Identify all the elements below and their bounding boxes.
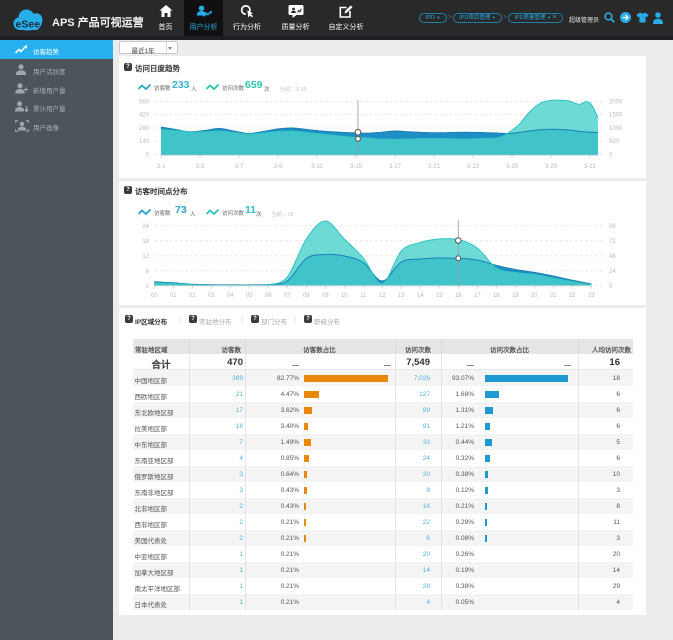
svg-text:3-31: 3-31 [584, 164, 597, 170]
svg-text:500: 500 [609, 139, 620, 145]
svg-text:15: 15 [436, 293, 443, 299]
svg-text:0: 0 [146, 284, 150, 290]
svg-text:04: 04 [227, 293, 234, 299]
svg-text:06: 06 [265, 293, 272, 299]
svg-text:3-7: 3-7 [235, 164, 244, 170]
svg-text:72: 72 [609, 239, 616, 245]
svg-text:3-3: 3-3 [196, 164, 205, 170]
svg-text:3-21: 3-21 [428, 164, 441, 170]
svg-text:3-23: 3-23 [467, 164, 480, 170]
svg-text:21: 21 [550, 293, 557, 299]
svg-text:18: 18 [142, 239, 149, 245]
svg-text:24: 24 [609, 269, 616, 275]
svg-text:48: 48 [609, 254, 616, 260]
svg-text:140: 140 [139, 139, 150, 145]
svg-text:280: 280 [139, 126, 150, 132]
svg-text:12: 12 [379, 293, 386, 299]
svg-text:3-9: 3-9 [274, 164, 283, 170]
svg-text:3-25: 3-25 [506, 164, 519, 170]
svg-text:3-17: 3-17 [389, 164, 402, 170]
svg-text:3-29: 3-29 [545, 164, 558, 170]
svg-text:14: 14 [417, 293, 424, 299]
svg-text:02: 02 [189, 293, 196, 299]
svg-text:1000: 1000 [609, 126, 623, 132]
svg-text:560: 560 [139, 100, 150, 106]
svg-text:11: 11 [360, 293, 367, 299]
svg-text:01: 01 [170, 293, 177, 299]
svg-text:08: 08 [303, 293, 310, 299]
svg-text:10: 10 [341, 293, 348, 299]
svg-text:13: 13 [398, 293, 405, 299]
svg-text:12: 12 [142, 254, 149, 260]
svg-text:3-11: 3-11 [311, 164, 323, 170]
svg-text:20: 20 [531, 293, 538, 299]
svg-text:3-1: 3-1 [157, 164, 166, 170]
svg-text:07: 07 [284, 293, 291, 299]
svg-text:22: 22 [569, 293, 576, 299]
svg-text:03: 03 [208, 293, 215, 299]
svg-text:18: 18 [493, 293, 500, 299]
svg-text:3-15: 3-15 [350, 164, 363, 170]
svg-text:96: 96 [609, 224, 616, 230]
svg-text:00: 00 [151, 293, 158, 299]
svg-text:09: 09 [322, 293, 329, 299]
svg-text:0: 0 [146, 152, 150, 158]
svg-text:eSee: eSee [16, 19, 41, 31]
svg-text:420: 420 [139, 113, 150, 119]
svg-text:23: 23 [588, 293, 595, 299]
svg-text:05: 05 [246, 293, 253, 299]
svg-text:2000: 2000 [609, 100, 623, 106]
svg-text:17: 17 [474, 293, 481, 299]
svg-text:1500: 1500 [609, 113, 623, 119]
svg-text:0: 0 [609, 284, 613, 290]
svg-text:6: 6 [146, 269, 150, 275]
svg-text:24: 24 [142, 224, 149, 230]
svg-text:19: 19 [512, 293, 519, 299]
svg-text:16: 16 [455, 293, 462, 299]
svg-text:0: 0 [609, 152, 613, 158]
